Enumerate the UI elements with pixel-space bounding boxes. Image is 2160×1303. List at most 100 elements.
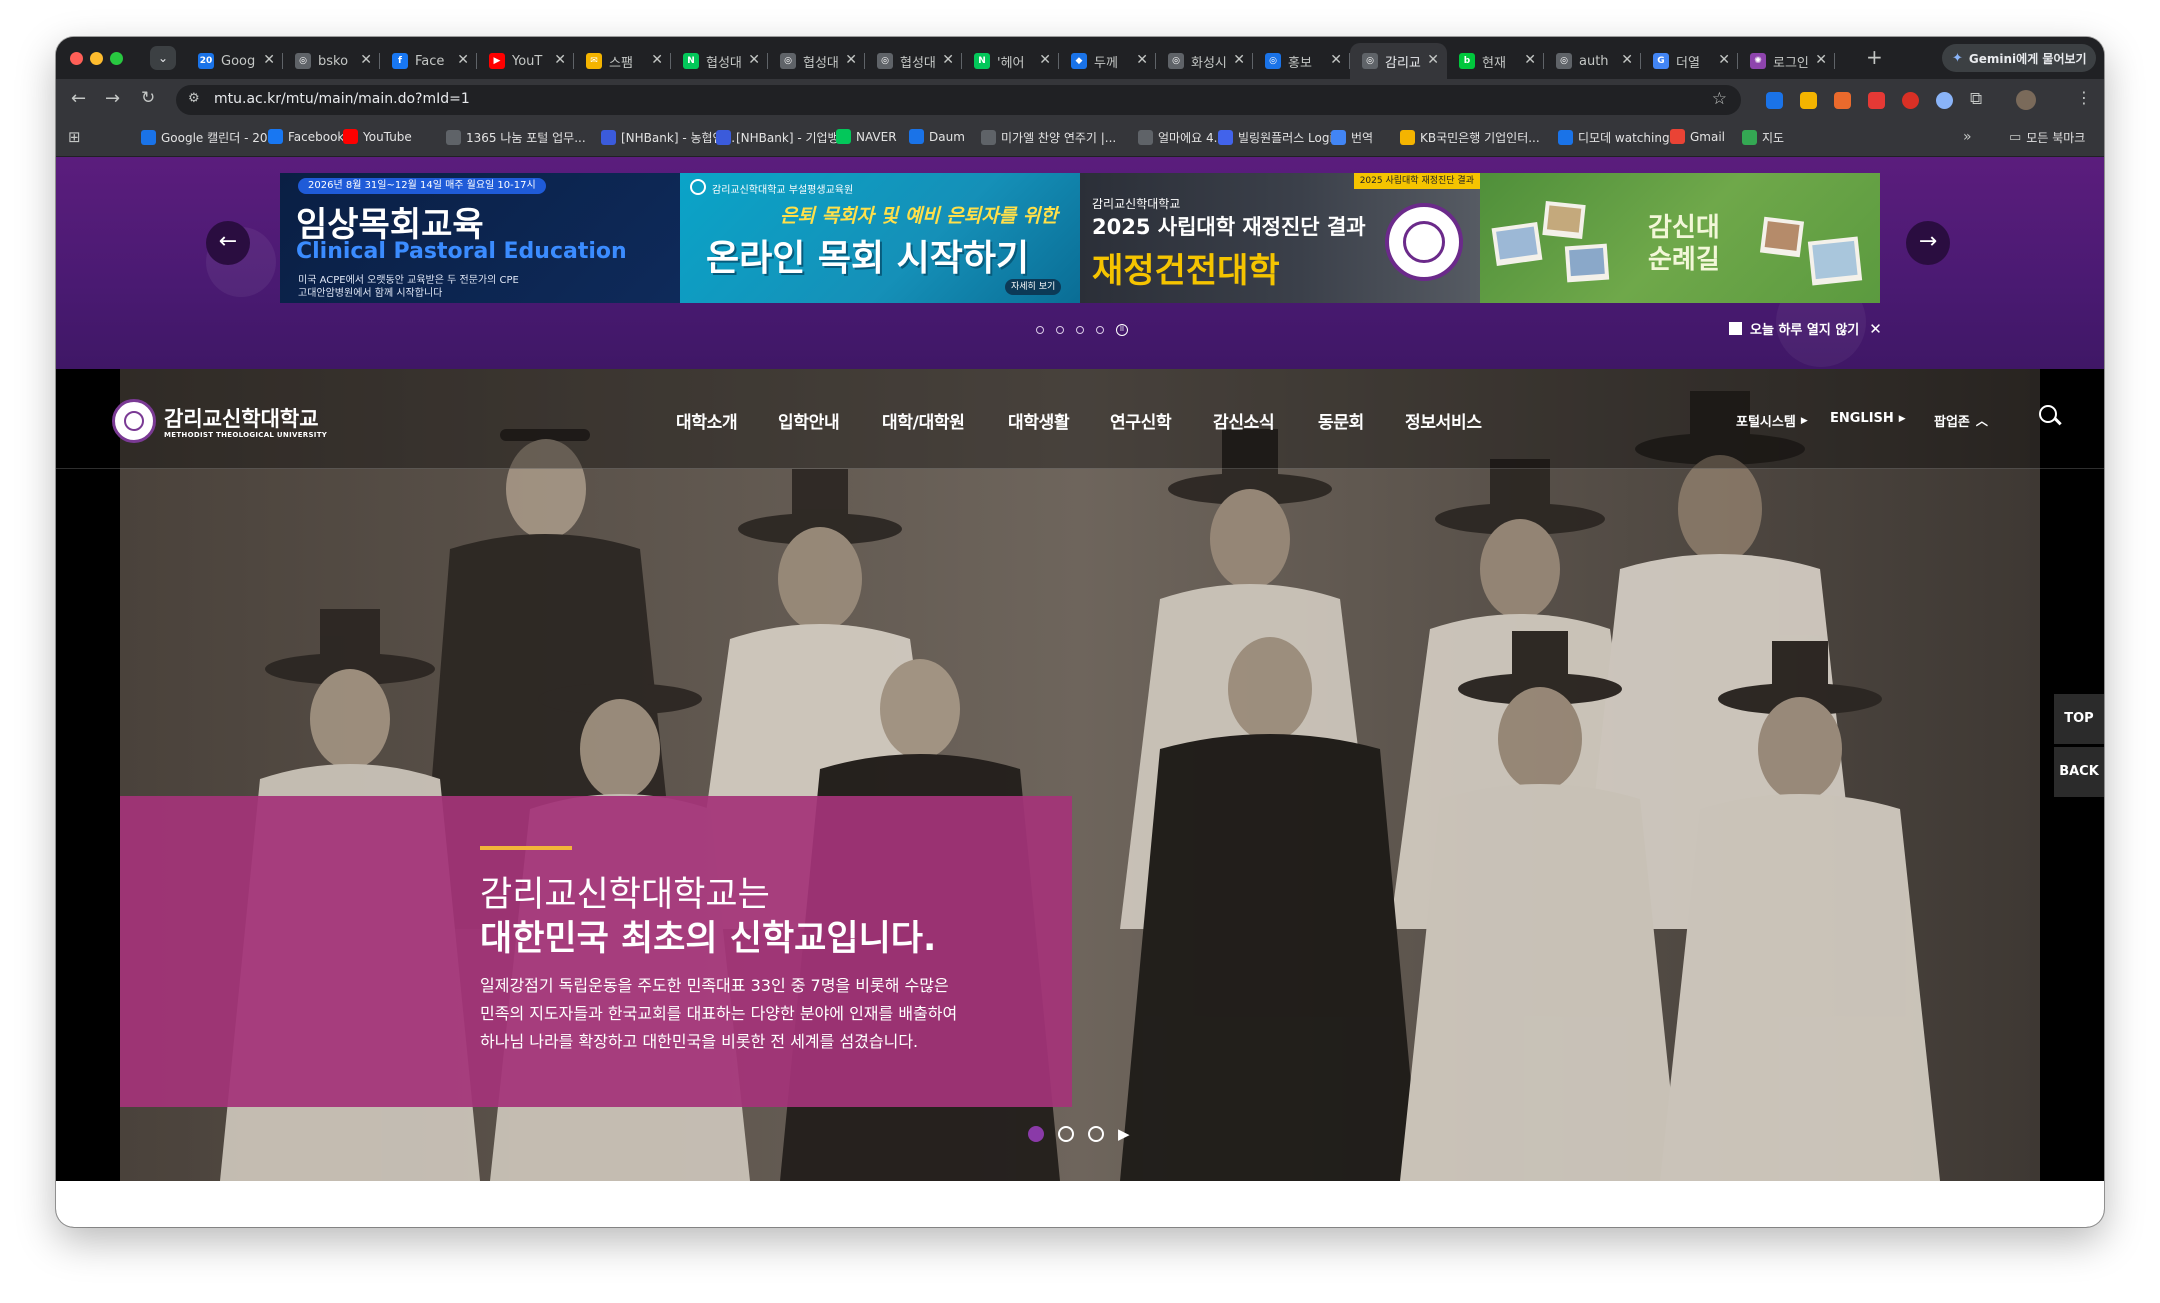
university-logo-icon[interactable] bbox=[112, 399, 156, 443]
tab[interactable]: ◎ 협성대 ✕ bbox=[865, 43, 962, 79]
close-tab-icon[interactable]: ✕ bbox=[1621, 52, 1633, 68]
banner-online-ministry[interactable]: 감리교신학대학교 부설평생교육원 은퇴 목회자 및 예비 은퇴자를 위한 온라인… bbox=[680, 173, 1080, 303]
bookmark-item[interactable]: 번역 bbox=[1331, 129, 1373, 146]
tab-search-button[interactable]: ⌄ bbox=[150, 46, 176, 70]
hero-dot[interactable] bbox=[1058, 1126, 1074, 1142]
english-link[interactable]: ENGLISH ▶ bbox=[1830, 411, 1906, 426]
tab[interactable]: G 더열 ✕ bbox=[1641, 43, 1738, 79]
reload-icon[interactable]: ↻ bbox=[141, 88, 155, 108]
bookmark-item[interactable]: 빌링원플러스 Login bbox=[1218, 129, 1340, 146]
nav-item[interactable]: 대학/대학원 bbox=[882, 408, 965, 433]
extension-3-icon[interactable] bbox=[1834, 92, 1851, 109]
portal-link[interactable]: 포털시스템 ▶ bbox=[1736, 411, 1808, 430]
close-tab-icon[interactable]: ✕ bbox=[1524, 52, 1536, 68]
bookmark-item[interactable]: 지도 bbox=[1742, 129, 1784, 146]
bookmark-item[interactable]: 디모데 watching bbox=[1558, 129, 1670, 146]
popup-dot[interactable] bbox=[1056, 326, 1064, 334]
tab[interactable]: ◎ 화성시 ✕ bbox=[1156, 43, 1253, 79]
tab[interactable]: N 협성대 ✕ bbox=[671, 43, 768, 79]
bookmark-star-icon[interactable]: ☆ bbox=[1712, 89, 1727, 109]
tab[interactable]: ◎ 감리교 ✕ bbox=[1350, 43, 1447, 79]
close-tab-icon[interactable]: ✕ bbox=[942, 52, 954, 68]
popup-zone-toggle[interactable]: 팝업존 ︿ bbox=[1934, 411, 1988, 430]
bookmark-item[interactable]: Google 캘린더 - 20... bbox=[141, 129, 279, 146]
new-tab-button[interactable]: + bbox=[1866, 45, 1883, 69]
tab[interactable]: ◎ 협성대 ✕ bbox=[768, 43, 865, 79]
tab[interactable]: ✺ 로그인 ✕ bbox=[1738, 43, 1835, 79]
popup-pause-icon[interactable]: ll bbox=[1116, 324, 1128, 336]
bookmark-item[interactable]: NAVER bbox=[836, 129, 897, 144]
banner2-more-button[interactable]: 자세히 보기 bbox=[1005, 279, 1062, 295]
popup-next-arrow-icon[interactable]: → bbox=[1906, 221, 1950, 265]
tab[interactable]: 20 Goog ✕ bbox=[186, 43, 283, 79]
close-window-button[interactable] bbox=[70, 52, 83, 65]
close-tab-icon[interactable]: ✕ bbox=[845, 52, 857, 68]
nav-item[interactable]: 연구신학 bbox=[1110, 408, 1172, 433]
hero-dot[interactable] bbox=[1088, 1126, 1104, 1142]
scroll-top-button[interactable]: TOP bbox=[2054, 694, 2104, 744]
extension-5-icon[interactable] bbox=[1902, 92, 1919, 109]
bookmark-item[interactable]: Facebook bbox=[268, 129, 344, 144]
banner-clinical-pastoral[interactable]: 2026년 8월 31일~12월 14일 매주 월요일 10-17시 임상목회교… bbox=[280, 173, 680, 303]
close-tab-icon[interactable]: ✕ bbox=[1427, 52, 1439, 68]
bookmark-item[interactable]: Gmail bbox=[1670, 129, 1725, 144]
tab[interactable]: ◎ 홍보 ✕ bbox=[1253, 43, 1350, 79]
nav-item[interactable]: 입학안내 bbox=[778, 408, 840, 433]
extensions-puzzle-icon[interactable]: ⧉ bbox=[1970, 89, 1982, 109]
forward-arrow-icon[interactable]: → bbox=[105, 88, 120, 109]
popup-dot[interactable] bbox=[1076, 326, 1084, 334]
extension-6-icon[interactable] bbox=[1936, 92, 1953, 109]
extension-4-icon[interactable] bbox=[1868, 92, 1885, 109]
more-bookmarks-button[interactable]: » bbox=[1963, 129, 1972, 145]
bookmark-item[interactable]: YouTube bbox=[343, 129, 412, 144]
popup-prev-arrow-icon[interactable]: ← bbox=[206, 221, 250, 265]
tab[interactable]: ▶ YouT ✕ bbox=[477, 43, 574, 79]
url-text[interactable]: mtu.ac.kr/mtu/main/main.do?mId=1 bbox=[214, 91, 470, 107]
tab[interactable]: f Face ✕ bbox=[380, 43, 477, 79]
hero-dot-active[interactable] bbox=[1028, 1126, 1044, 1142]
gemini-button[interactable]: ✦ Gemini에게 물어보기 bbox=[1942, 44, 2096, 72]
menu-dots-icon[interactable]: ⋮ bbox=[2076, 88, 2092, 107]
tab[interactable]: b 현재 ✕ bbox=[1447, 43, 1544, 79]
close-tab-icon[interactable]: ✕ bbox=[1330, 52, 1342, 68]
maximize-window-button[interactable] bbox=[110, 52, 123, 65]
logo-english[interactable]: METHODIST THEOLOGICAL UNIVERSITY bbox=[164, 431, 327, 439]
close-tab-icon[interactable]: ✕ bbox=[1039, 52, 1051, 68]
extension-2-icon[interactable] bbox=[1800, 92, 1817, 109]
close-tab-icon[interactable]: ✕ bbox=[263, 52, 275, 68]
close-tab-icon[interactable]: ✕ bbox=[1815, 52, 1827, 68]
nav-item[interactable]: 대학소개 bbox=[676, 408, 738, 433]
popup-dot[interactable] bbox=[1036, 326, 1044, 334]
nav-item[interactable]: 대학생활 bbox=[1008, 408, 1070, 433]
close-tab-icon[interactable]: ✕ bbox=[1136, 52, 1148, 68]
popup-dot[interactable] bbox=[1096, 326, 1104, 334]
all-bookmarks-folder[interactable]: ▭ 모든 북마크 bbox=[2009, 129, 2085, 146]
address-bar[interactable]: ⚙ mtu.ac.kr/mtu/main/main.do?mId=1 ☆ bbox=[176, 85, 1741, 115]
tab[interactable]: ◎ auth ✕ bbox=[1544, 43, 1641, 79]
tab[interactable]: N '헤어 ✕ bbox=[962, 43, 1059, 79]
close-tab-icon[interactable]: ✕ bbox=[1233, 52, 1245, 68]
close-tab-icon[interactable]: ✕ bbox=[457, 52, 469, 68]
close-today-checkbox[interactable] bbox=[1729, 322, 1742, 335]
close-popup-icon[interactable]: ✕ bbox=[1869, 320, 1882, 338]
tab[interactable]: ◎ bsko ✕ bbox=[283, 43, 380, 79]
search-icon[interactable] bbox=[2039, 405, 2062, 425]
bookmark-item[interactable]: 미가엘 찬양 연주기 |... bbox=[981, 129, 1116, 146]
nav-item[interactable]: 정보서비스 bbox=[1405, 408, 1482, 433]
extension-1-icon[interactable] bbox=[1766, 92, 1783, 109]
bookmark-item[interactable]: KB국민은행 기업인터... bbox=[1400, 129, 1540, 146]
tab[interactable]: ✉ 스팸 ✕ bbox=[574, 43, 671, 79]
banner-pilgrimage[interactable]: 감신대 순례길 bbox=[1480, 173, 1880, 303]
bookmark-item[interactable]: [NHBank] - 기업뱅킹 bbox=[716, 129, 850, 146]
hero-play-icon[interactable]: ▶ bbox=[1118, 1125, 1130, 1143]
close-tab-icon[interactable]: ✕ bbox=[554, 52, 566, 68]
bookmark-item[interactable]: 1365 나눔 포털 업무... bbox=[446, 129, 586, 146]
logo-korean[interactable]: 감리교신학대학교 bbox=[164, 403, 319, 433]
nav-item[interactable]: 감신소식 bbox=[1213, 408, 1275, 433]
close-tab-icon[interactable]: ✕ bbox=[748, 52, 760, 68]
back-button[interactable]: BACK bbox=[2054, 747, 2104, 797]
nav-item[interactable]: 동문회 bbox=[1318, 408, 1364, 433]
minimize-window-button[interactable] bbox=[90, 52, 103, 65]
close-tab-icon[interactable]: ✕ bbox=[651, 52, 663, 68]
bookmark-item[interactable]: [NHBank] - 농협인... bbox=[601, 129, 735, 146]
